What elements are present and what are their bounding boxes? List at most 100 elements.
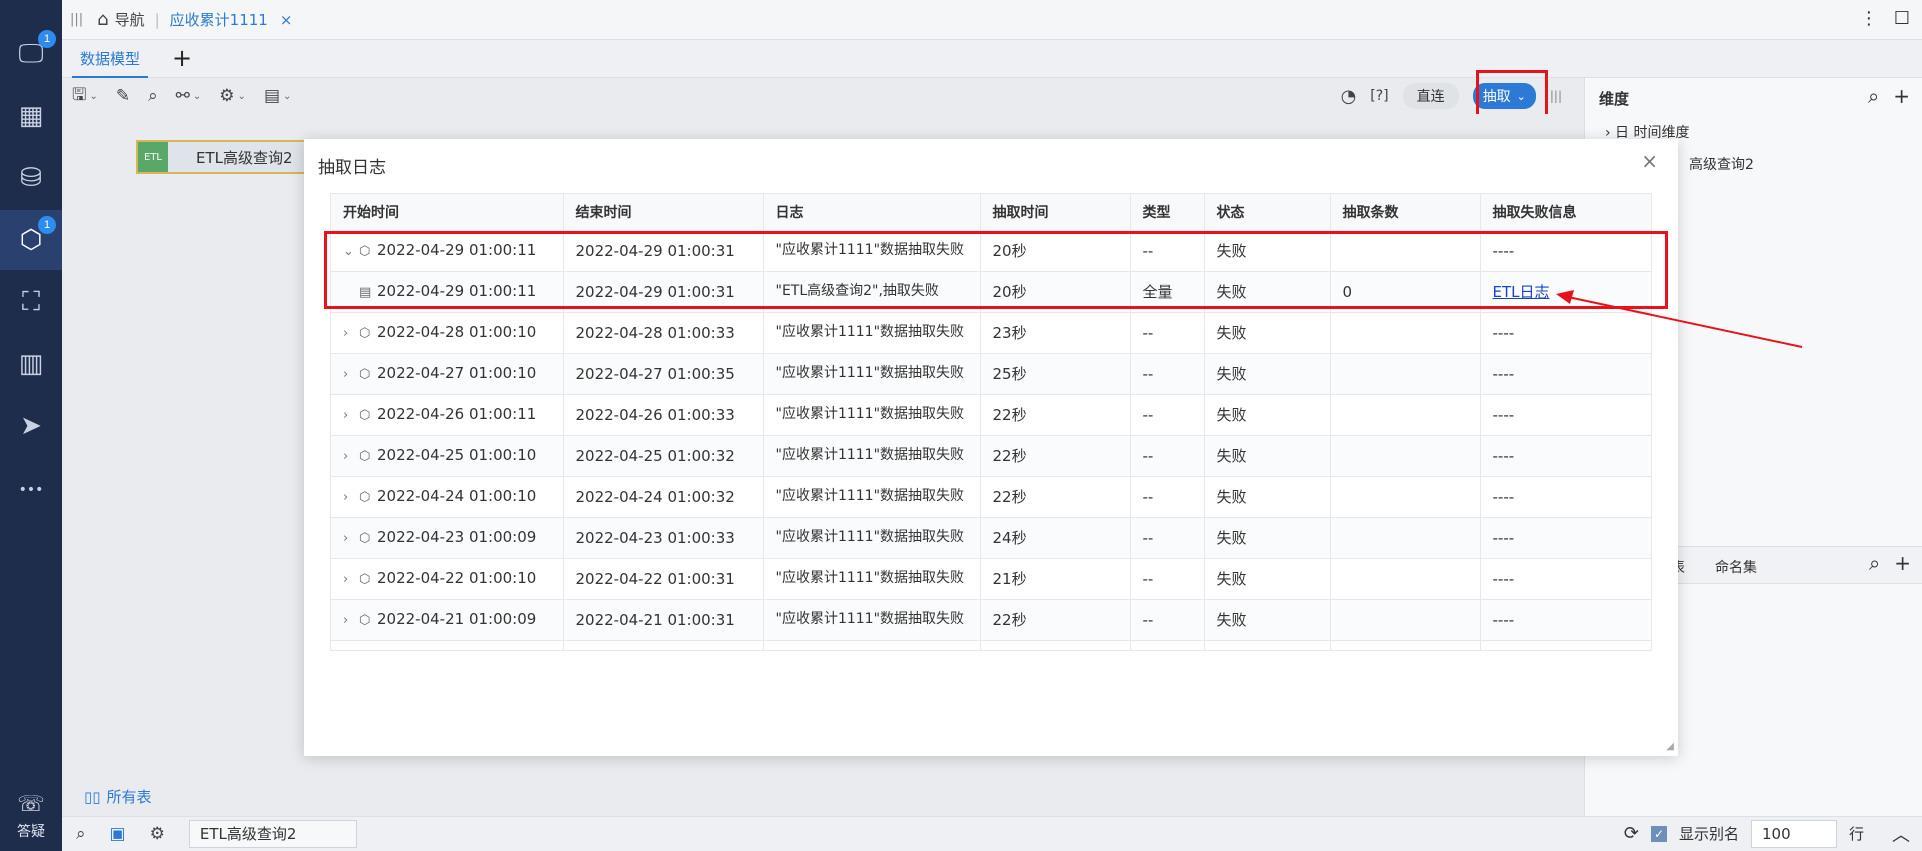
table-cell-end: 2022-04-21 01:00:31 — [563, 599, 764, 641]
preview-button[interactable]: ⌕ — [148, 86, 158, 106]
table-cell-type: 全量 — [1130, 271, 1205, 313]
cell-text: "应收累计1111"数据抽取失败 — [775, 488, 965, 504]
column-header[interactable]: 抽取失败信息 — [1480, 194, 1651, 231]
all-tables-link[interactable]: ▯▯ 所有表 — [84, 786, 152, 807]
preview-icon[interactable]: ⌕ — [76, 824, 86, 844]
etl-log-link[interactable]: ETL日志 — [1493, 283, 1550, 301]
add-icon[interactable]: + — [1893, 84, 1910, 108]
rail-item-cube[interactable]: ⬡ 1 — [0, 210, 62, 270]
show-alias-checkbox[interactable]: ✓ — [1650, 825, 1667, 842]
table-row[interactable]: ⌄ ⬡ 2022-04-29 01:00:11 2022-04-29 01:00:31… — [331, 230, 1651, 272]
search-icon[interactable]: ⌕ — [1868, 84, 1879, 108]
cell-text: 24秒 — [992, 528, 1027, 547]
maximize-icon[interactable]: ☐ — [1894, 8, 1910, 29]
chevron-right-icon[interactable]: › — [343, 530, 359, 548]
chevron-right-icon[interactable]: › — [343, 325, 359, 343]
home-icon[interactable]: ⌂ — [97, 9, 108, 30]
close-icon[interactable]: × — [280, 11, 293, 29]
rail-item-send[interactable]: ➤ — [0, 396, 62, 456]
rail-item-monitor[interactable]: 🖵 1 — [0, 24, 62, 84]
chevron-right-icon[interactable]: › — [343, 612, 359, 630]
column-header[interactable]: 抽取时间 — [980, 194, 1131, 231]
chevron-right-icon[interactable]: › — [343, 366, 359, 384]
bottom-bar-right: ⟳ ✓ 显示别名 100 行 ︿ — [1624, 816, 1910, 851]
notification-badge: 1 — [38, 216, 56, 234]
monitor-icon[interactable]: ◔ — [1341, 86, 1357, 107]
table-row[interactable]: › ⬡ 2022-04-26 01:00:11 2022-04-26 01:00:33… — [331, 394, 1651, 436]
gear-icon: ⚙ — [219, 86, 235, 106]
column-header[interactable]: 日志 — [763, 194, 981, 231]
help-center-button[interactable]: ☏ 答疑 — [0, 792, 62, 841]
rail-item-apps[interactable]: ▦ — [0, 86, 62, 146]
table-row[interactable]: › ⬡ 2022-04-23 01:00:09 2022-04-23 01:00:33… — [331, 517, 1651, 559]
named-set-tab[interactable]: 命名集 — [1715, 557, 1757, 577]
relation-button[interactable]: ⚯ ⌄ — [176, 86, 202, 106]
search-icon[interactable]: ⌕ — [1869, 551, 1880, 575]
table-row[interactable]: ▤ 2022-04-29 01:00:11 2022-04-29 01:00:31 "… — [331, 271, 1651, 313]
query-dimension-item[interactable]: 高级查询2 — [1689, 154, 1754, 174]
database-settings-icon: ⛁ — [20, 163, 42, 193]
add-tab-button[interactable]: + — [172, 44, 192, 72]
tab-data-model[interactable]: 数据模型 — [72, 40, 149, 78]
rail-item-more[interactable]: ••• — [0, 460, 62, 520]
table-settings-icon[interactable]: ▣ — [110, 824, 126, 844]
layout-button[interactable]: ▤ ⌄ — [264, 86, 291, 106]
table-row[interactable]: › ⬡ 2022-04-21 01:00:09 2022-04-21 01:00:31… — [331, 599, 1651, 641]
dialog-title: 抽取日志 — [318, 158, 386, 178]
layout-icon: ▤ — [263, 86, 280, 106]
settings-button[interactable]: ⚙ ⌄ — [219, 86, 246, 106]
chevron-right-icon[interactable]: › — [343, 407, 359, 425]
chevron-right-icon[interactable]: › — [343, 489, 359, 507]
column-header[interactable]: 结束时间 — [563, 194, 764, 231]
column-header[interactable]: 类型 — [1130, 194, 1205, 231]
more-vertical-icon[interactable]: ⋮ — [1860, 8, 1878, 29]
cube-icon: ⬡ — [359, 325, 371, 341]
table-row[interactable]: "应收累计1111"数据抽取失 — [331, 640, 1651, 650]
table-cell-end: 2022-04-22 01:00:31 — [563, 558, 764, 600]
nav-label[interactable]: 导航 — [115, 9, 145, 30]
table-cell-duration: 22秒 — [980, 394, 1131, 436]
etl-icon: ETL — [138, 142, 168, 172]
table-cell-count — [1330, 312, 1481, 354]
chevron-down-icon[interactable]: ⌄ — [343, 243, 359, 261]
gear-icon[interactable]: ⚙ — [150, 824, 165, 844]
selected-table-field[interactable]: ETL高级查询2 — [188, 820, 357, 848]
edit-button[interactable]: ✎ — [116, 86, 130, 106]
panel-toggle-icon[interactable]: ||| — [1550, 89, 1562, 103]
more-icon: ••• — [18, 482, 44, 498]
direct-connect-button[interactable]: 直连 — [1402, 83, 1459, 109]
column-header[interactable]: 开始时间 — [331, 194, 564, 231]
tab-receivable[interactable]: 应收累计1111 — [170, 9, 268, 30]
column-header[interactable]: 状态 — [1204, 194, 1331, 231]
column-header[interactable]: 抽取条数 — [1330, 194, 1481, 231]
save-button[interactable]: 🖫 ⌄ — [72, 82, 98, 111]
table-row[interactable]: › ⬡ 2022-04-24 01:00:10 2022-04-24 01:00:32… — [331, 476, 1651, 518]
table-cell-end: 2022-04-29 01:00:31 — [563, 271, 764, 313]
close-icon[interactable]: × — [1641, 149, 1658, 173]
table-row[interactable]: › ⬡ 2022-04-25 01:00:10 2022-04-25 01:00:32… — [331, 435, 1651, 477]
cell-text: 失败 — [1216, 569, 1247, 588]
cell-text: ---- — [1492, 323, 1515, 342]
cell-text: "应收累计1111"数据抽取失败 — [775, 406, 965, 422]
table-cell-log: "应收累计1111"数据抽取失败 — [763, 394, 981, 436]
rail-item-database-settings[interactable]: ⛁ — [0, 148, 62, 208]
table-row[interactable]: › ⬡ 2022-04-28 01:00:10 2022-04-28 01:00:33… — [331, 312, 1651, 354]
help-button[interactable]: [?] — [1370, 88, 1388, 104]
table-row[interactable]: › ⬡ 2022-04-22 01:00:10 2022-04-22 01:00:31… — [331, 558, 1651, 600]
rows-input[interactable]: 100 — [1750, 819, 1837, 848]
cell-text: 失败 — [1216, 528, 1247, 547]
table-cell-log: "应收累计1111"数据抽取失败 — [763, 435, 981, 477]
refresh-icon[interactable]: ⟳ — [1624, 823, 1639, 844]
rail-item-chart[interactable]: ▥ — [0, 334, 62, 394]
etl-table-node[interactable]: ETL ETL高级查询2 — [136, 140, 316, 174]
resize-handle[interactable]: ◢ — [1666, 741, 1674, 752]
chevron-up-icon[interactable]: ︿ — [1892, 821, 1910, 847]
chevron-right-icon[interactable]: › — [343, 571, 359, 589]
cube-icon: ⬡ — [359, 571, 371, 587]
grip-icon[interactable]: ||| — [70, 12, 83, 27]
add-icon[interactable]: + — [1894, 551, 1911, 575]
table-row[interactable]: › ⬡ 2022-04-27 01:00:10 2022-04-27 01:00:35… — [331, 353, 1651, 395]
table-cell-status: 失败 — [1204, 476, 1331, 518]
rail-item-ruler[interactable]: ⛶ — [0, 272, 62, 332]
chevron-right-icon[interactable]: › — [343, 448, 359, 466]
